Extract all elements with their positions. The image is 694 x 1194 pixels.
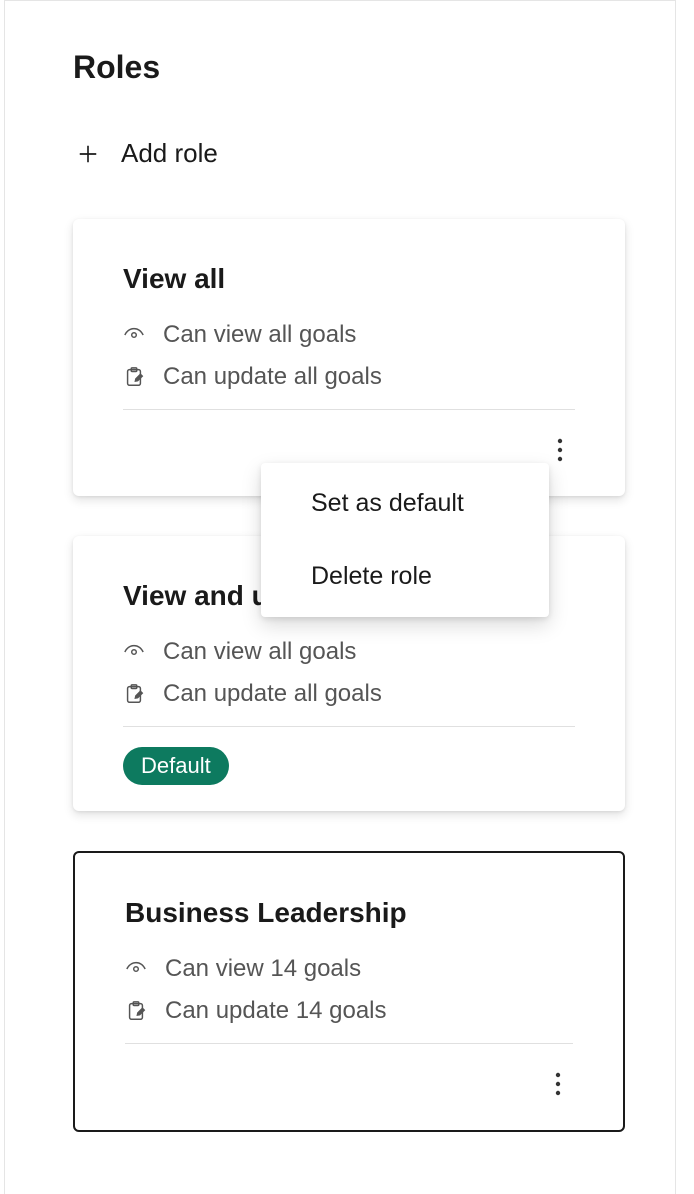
- more-options-button[interactable]: [545, 430, 575, 470]
- permission-row: Can view all goals: [123, 638, 575, 666]
- permission-row: Can view 14 goals: [125, 955, 573, 983]
- add-role-button[interactable]: Add role: [77, 138, 625, 169]
- clipboard-edit-icon: [123, 683, 145, 705]
- permission-row: Can update all goals: [123, 363, 575, 391]
- permission-row: Can update all goals: [123, 680, 575, 708]
- role-card[interactable]: View all Can view all goals Can update a…: [73, 219, 625, 496]
- permission-text: Can view all goals: [163, 638, 356, 666]
- permission-text: Can view 14 goals: [165, 955, 361, 983]
- permission-text: Can view all goals: [163, 321, 356, 349]
- eye-icon: [123, 324, 145, 346]
- card-footer: Default: [123, 727, 575, 785]
- permission-text: Can update 14 goals: [165, 997, 387, 1025]
- clipboard-edit-icon: [123, 366, 145, 388]
- role-card-title: Business Leadership: [125, 897, 573, 929]
- page-title: Roles: [73, 49, 625, 86]
- eye-icon: [123, 641, 145, 663]
- card-footer: [123, 410, 575, 470]
- plus-icon: [77, 143, 99, 165]
- roles-panel: Roles Add role View all Can view all goa…: [4, 0, 676, 1194]
- default-badge: Default: [123, 747, 229, 785]
- card-footer: [125, 1044, 573, 1104]
- context-menu: Set as default Delete role: [261, 463, 549, 617]
- permission-row: Can update 14 goals: [125, 997, 573, 1025]
- menu-item-set-default[interactable]: Set as default: [261, 467, 549, 540]
- permission-text: Can update all goals: [163, 680, 382, 708]
- permission-row: Can view all goals: [123, 321, 575, 349]
- permission-text: Can update all goals: [163, 363, 382, 391]
- eye-icon: [125, 958, 147, 980]
- clipboard-edit-icon: [125, 1000, 147, 1022]
- more-options-button[interactable]: [543, 1064, 573, 1104]
- role-card-title: View all: [123, 263, 575, 295]
- role-card[interactable]: Business Leadership Can view 14 goals Ca…: [73, 851, 625, 1132]
- add-role-label: Add role: [121, 138, 218, 169]
- menu-item-delete-role[interactable]: Delete role: [261, 540, 549, 613]
